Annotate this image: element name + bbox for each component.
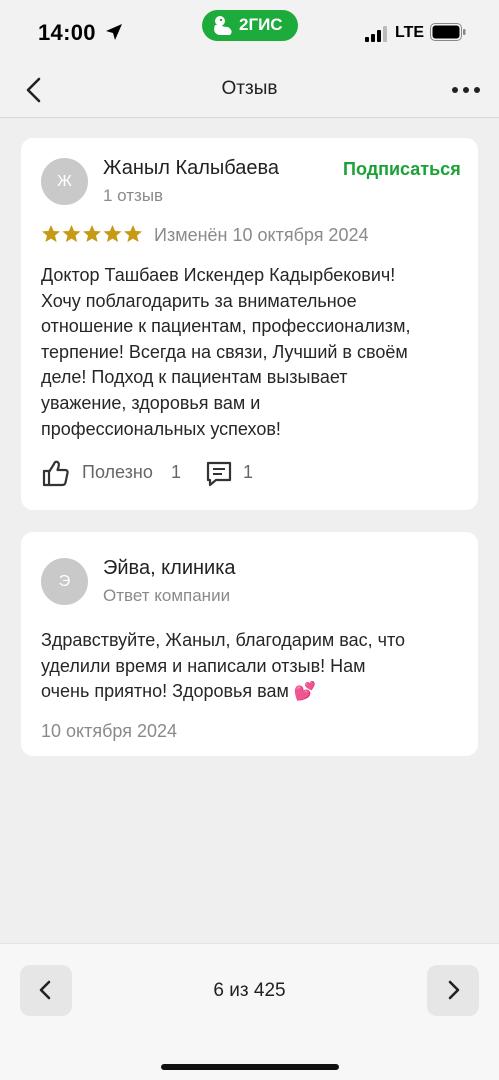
star-icon — [42, 225, 60, 242]
review-text: Доктор Ташбаев Искендер Кадырбекович! Хо… — [41, 265, 411, 439]
avatar[interactable]: Ж — [41, 158, 88, 205]
helpful-button[interactable]: Полезно — [82, 462, 153, 483]
page-title: Отзыв — [221, 78, 278, 99]
star-icon — [124, 225, 142, 242]
star-icon — [103, 225, 122, 242]
more-options-icon[interactable] — [446, 74, 486, 106]
status-time: 14:00 — [38, 20, 96, 45]
star-icon — [83, 225, 101, 242]
review-card: Ж Жаныл Калыбаева 1 отзыв Подписаться Из… — [21, 138, 478, 510]
2gis-logo-icon — [214, 16, 232, 35]
answer-text: Здравствуйте, Жаныл, благодарим вас, что… — [41, 630, 406, 702]
app-badge[interactable]: 2ГИС — [202, 10, 298, 41]
review-author-name[interactable]: Жаныл Калыбаева — [103, 157, 279, 180]
helpful-count: 1 — [171, 462, 182, 482]
review-edited-date: Изменён 10 октября 2024 — [154, 225, 369, 245]
cellular-signal-icon — [365, 26, 387, 42]
chevron-right-icon — [448, 980, 460, 1000]
comment-icon[interactable] — [205, 460, 233, 488]
battery-icon — [430, 23, 466, 41]
home-indicator[interactable] — [161, 1064, 339, 1070]
rating-stars — [42, 225, 142, 242]
review-count: 1 отзыв — [103, 186, 164, 205]
comment-count: 1 — [243, 462, 254, 482]
pagination-label: 6 из 425 — [213, 980, 286, 1001]
pagination-bar: 6 из 425 — [0, 943, 499, 1080]
subscribe-button[interactable]: Подписаться — [343, 159, 461, 180]
company-avatar[interactable]: Э — [41, 558, 88, 605]
app-badge-label: 2ГИС — [239, 15, 283, 34]
company-answer-card: Э Эйва, клиника Ответ компании Здравству… — [21, 532, 478, 756]
network-type: LTE — [395, 24, 425, 41]
answer-date: 10 октября 2024 — [41, 721, 178, 741]
star-icon — [62, 225, 81, 242]
location-arrow-icon — [106, 24, 122, 40]
nav-bar: Отзыв — [0, 64, 499, 118]
next-button[interactable] — [427, 965, 479, 1016]
answer-role: Ответ компании — [103, 586, 231, 605]
thumbs-up-icon[interactable] — [41, 458, 71, 488]
company-name[interactable]: Эйва, клиника — [103, 557, 236, 580]
status-bar: 14:00 2ГИС LTE — [0, 0, 499, 64]
